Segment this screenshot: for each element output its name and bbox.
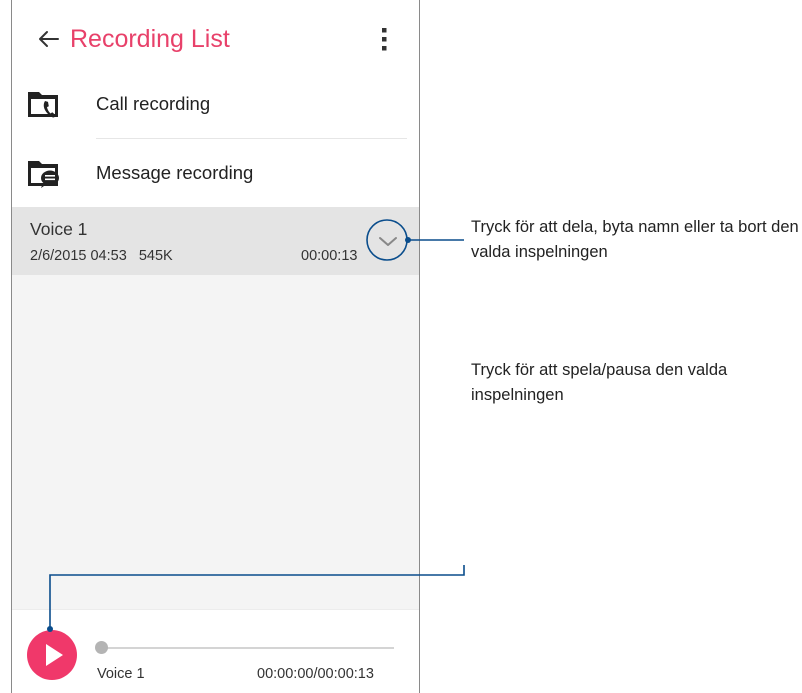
player-bar: Voice 1 00:00:00/00:00:13	[12, 609, 419, 693]
player-time: 00:00:00/00:00:13	[257, 666, 374, 682]
phone-screen: Recording List Call recording Message re	[11, 0, 420, 693]
play-icon	[46, 644, 63, 666]
play-pause-button[interactable]	[27, 630, 77, 680]
recording-size: 545K	[138, 248, 173, 264]
recording-meta: 2/6/2015 04:53 545K	[30, 248, 173, 264]
folder-call-label: Call recording	[96, 93, 211, 114]
message-folder-icon	[28, 161, 59, 188]
call-folder-icon	[28, 92, 58, 118]
arrow-left-icon	[39, 31, 59, 47]
folder-call-recording[interactable]: Call recording	[12, 70, 419, 138]
folder-message-recording[interactable]: Message recording	[12, 139, 419, 207]
back-button[interactable]	[34, 22, 64, 56]
recording-date: 2/6/2015 04:53	[30, 248, 127, 264]
player-track-name: Voice 1	[97, 666, 145, 682]
recording-item[interactable]: Voice 1 2/6/2015 04:53 545K 00:00:13	[12, 207, 419, 275]
overflow-menu-button[interactable]	[372, 22, 396, 56]
seek-bar[interactable]	[100, 647, 394, 649]
callout-play-text: Tryck för att spela/pausa den valda insp…	[471, 361, 728, 404]
recording-duration: 00:00:13	[301, 248, 358, 264]
callout-expand-text: Tryck för att dela, byta namn eller ta b…	[471, 218, 799, 261]
recording-name: Voice 1	[30, 219, 88, 239]
page-title: Recording List	[70, 25, 230, 53]
seek-thumb[interactable]	[95, 641, 108, 654]
expand-options-button[interactable]	[368, 221, 408, 261]
empty-list-area	[12, 275, 419, 609]
app-bar: Recording List	[12, 0, 419, 78]
more-vert-icon	[382, 28, 387, 51]
folder-message-label: Message recording	[96, 162, 254, 183]
chevron-down-icon	[379, 237, 397, 246]
